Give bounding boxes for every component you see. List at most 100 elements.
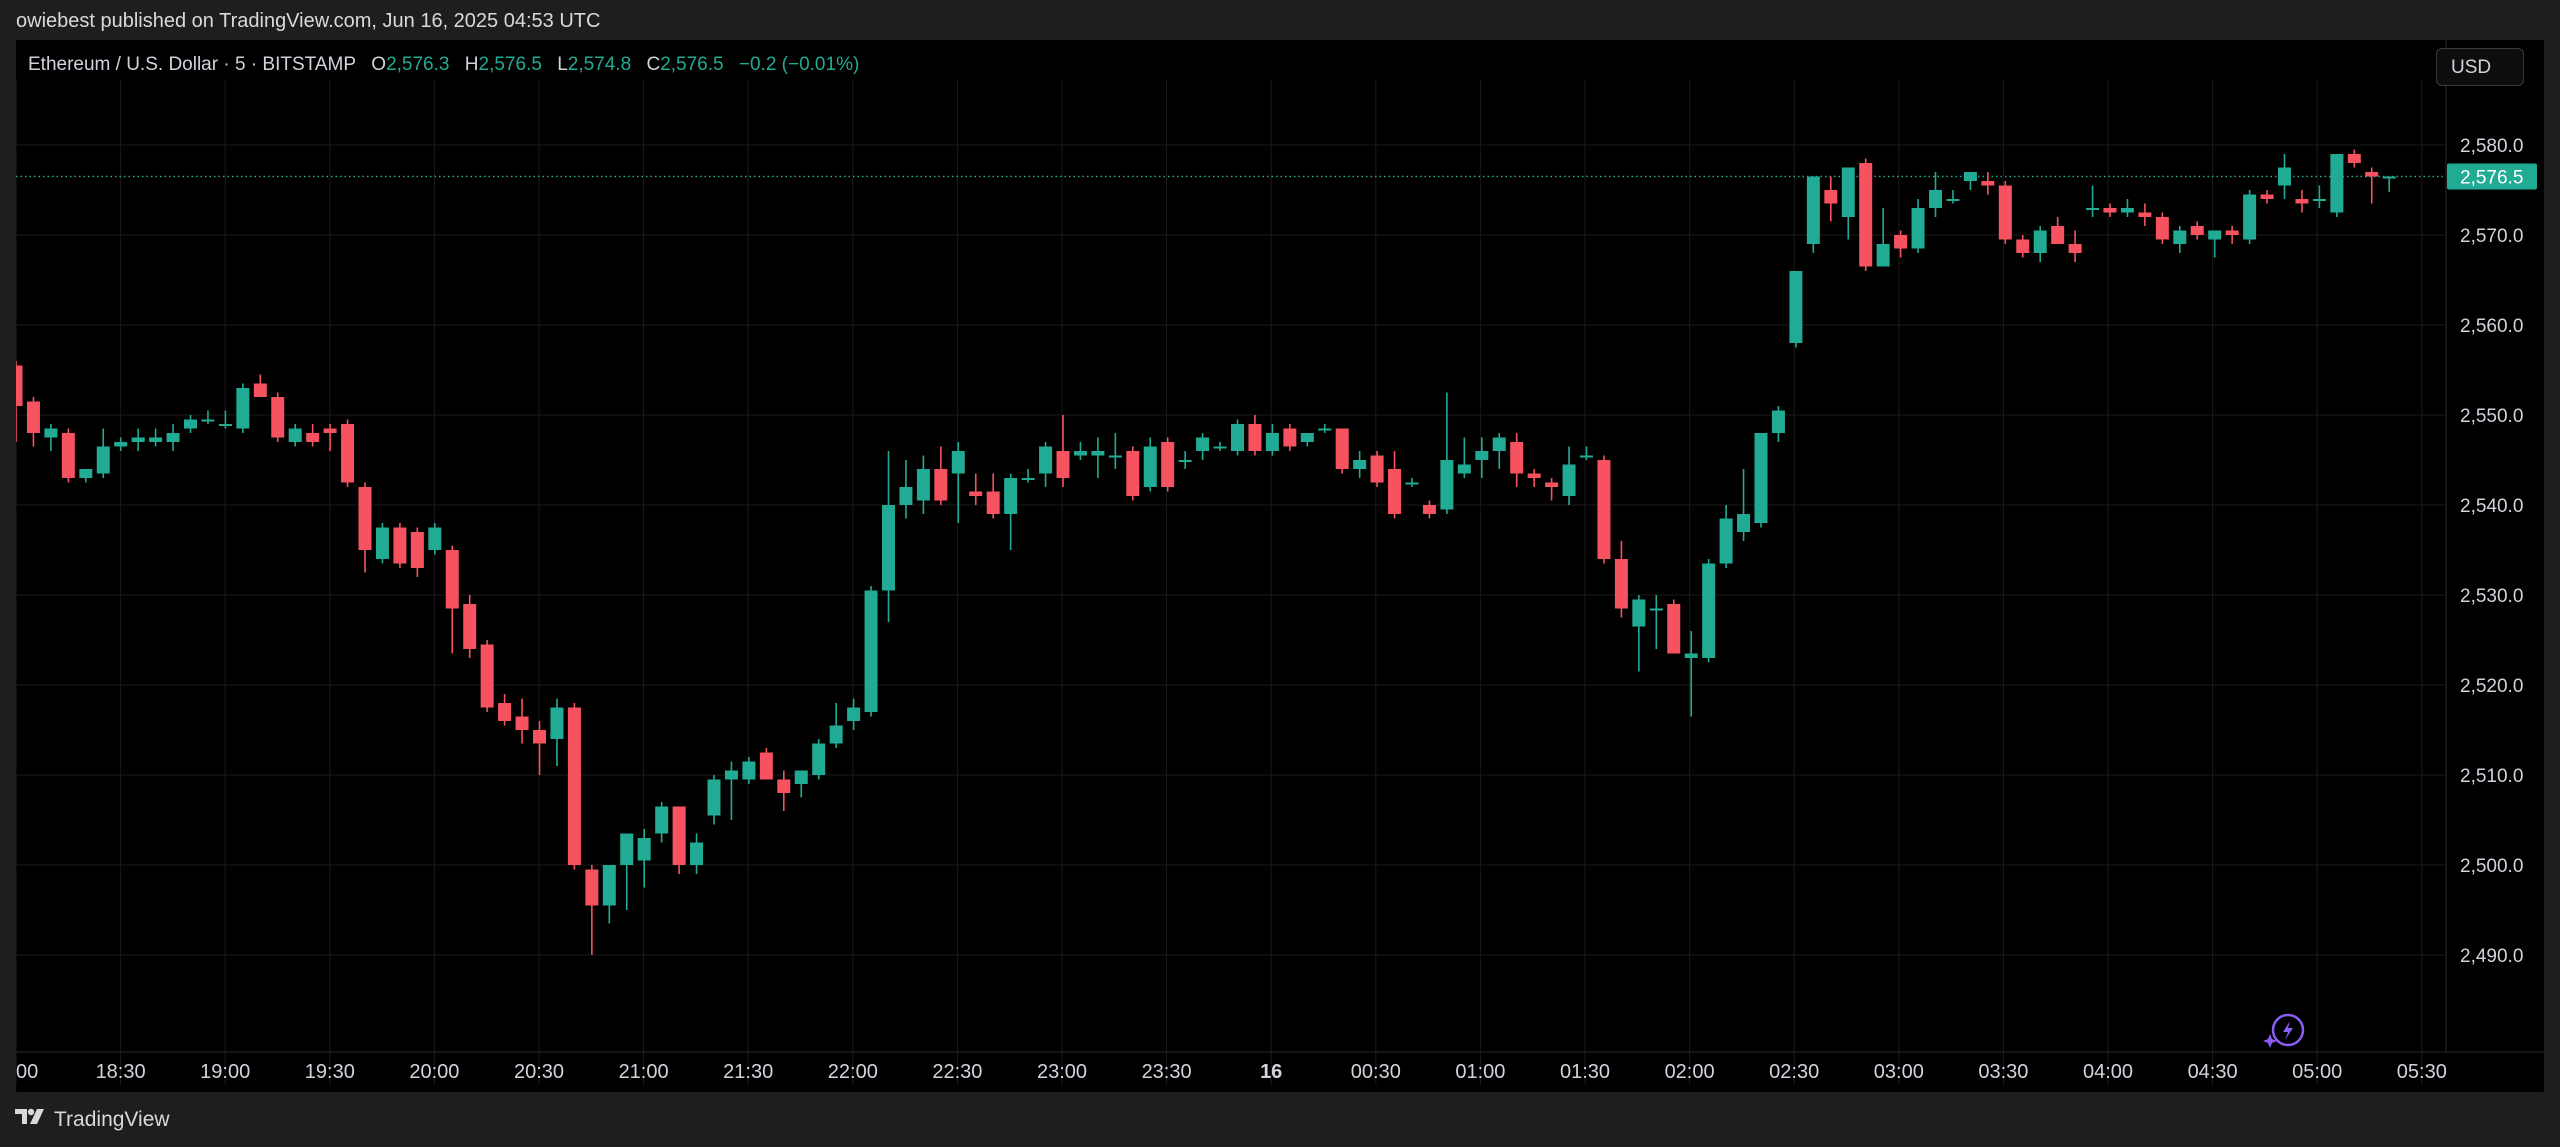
- candle-body: [1318, 428, 1332, 431]
- candle-body: [218, 424, 232, 426]
- candle-body: [1946, 199, 1960, 201]
- candle-body: [1510, 442, 1524, 474]
- candle-body: [2295, 199, 2309, 204]
- currency-button[interactable]: USD: [2436, 48, 2524, 86]
- candle-body: [1300, 433, 1314, 442]
- candle-body: [2103, 208, 2117, 213]
- y-tick-label: 2,490.0: [2460, 946, 2523, 967]
- chart-area[interactable]: 2,490.0 2,500.0 2,510.0 2,520.0 2,530.0 2,540…: [16, 40, 2544, 1092]
- candle-body: [1911, 208, 1925, 249]
- candle-body: [1388, 469, 1402, 514]
- x-tick-label: 20:00: [409, 1061, 459, 1083]
- candle-body: [1737, 514, 1751, 532]
- tradingview-brand-label: TradingView: [54, 1108, 170, 1131]
- y-tick-label: 2,560.0: [2460, 316, 2523, 337]
- candle-body: [271, 397, 285, 438]
- candle-body: [253, 383, 267, 397]
- candle-body: [1091, 451, 1105, 456]
- candle-body: [166, 433, 180, 442]
- change-value: −0.2 (−0.01%): [738, 54, 860, 75]
- candle-body: [16, 365, 23, 406]
- high-label: H: [464, 54, 479, 75]
- candle-body: [1108, 455, 1122, 458]
- x-tick-label: 05:00: [2292, 1061, 2342, 1083]
- x-tick-label: 00: [16, 1061, 38, 1083]
- candle-body: [61, 433, 75, 478]
- candle-body: [533, 730, 546, 744]
- published-header: owiebest published on TradingView.com, J…: [16, 10, 601, 32]
- x-tick-label: 02:30: [1769, 1061, 1819, 1083]
- candle-body: [916, 469, 930, 501]
- candle-body: [1841, 167, 1855, 217]
- x-tick-label: 02:00: [1665, 1061, 1715, 1083]
- candle-body: [602, 865, 616, 906]
- candle-body: [620, 833, 634, 865]
- symbol-label[interactable]: Ethereum / U.S. Dollar · 5 · BITSTAMP: [28, 54, 356, 75]
- candle-body: [1614, 559, 1628, 609]
- candle-body: [1405, 482, 1419, 485]
- candle-body: [375, 527, 389, 559]
- candle-body: [1021, 478, 1035, 480]
- candle-body: [79, 469, 93, 478]
- x-tick-label: 20:30: [514, 1061, 564, 1083]
- x-tick-label: 05:30: [2397, 1061, 2447, 1083]
- candle-body: [742, 761, 756, 780]
- candle-body: [986, 491, 1000, 514]
- candle-body: [2330, 154, 2344, 213]
- candle-body: [969, 491, 983, 496]
- x-tick-label: 19:30: [305, 1061, 355, 1083]
- candle-body: [26, 401, 40, 433]
- candle-body: [2312, 199, 2326, 201]
- candle-body: [1649, 608, 1663, 611]
- candle-body: [515, 716, 529, 730]
- candle-body: [2347, 154, 2361, 163]
- candle-body: [1632, 599, 1646, 627]
- tradingview-brand[interactable]: TradingView: [14, 1107, 170, 1133]
- x-tick-label: 21:00: [619, 1061, 669, 1083]
- candle-body: [1894, 235, 1908, 249]
- x-tick-label: 16: [1260, 1061, 1282, 1083]
- x-tick-label: 00:30: [1351, 1061, 1401, 1083]
- candle-body: [2033, 230, 2047, 253]
- close-label: C: [646, 54, 661, 75]
- candle-body: [1143, 446, 1157, 487]
- candle-body: [1056, 451, 1070, 478]
- candle-body: [829, 725, 843, 744]
- candle-body: [1265, 433, 1279, 451]
- candle-body: [724, 770, 738, 780]
- candle-body: [2016, 239, 2030, 253]
- candle-body: [306, 433, 320, 442]
- x-tick-label: 23:00: [1037, 1061, 1087, 1083]
- x-tick-label: 22:00: [828, 1061, 878, 1083]
- sparkle-lightning-icon: [2263, 1013, 2305, 1048]
- low-label: L: [557, 54, 568, 75]
- open-label: O: [371, 54, 387, 75]
- candlestick-chart[interactable]: 2,490.0 2,500.0 2,510.0 2,520.0 2,530.0 2,540…: [16, 40, 2544, 1092]
- candle-body: [1562, 464, 1576, 496]
- candle-body: [655, 806, 669, 834]
- candle-body: [498, 703, 512, 721]
- candle-body: [1667, 604, 1681, 654]
- tradingview-logo-icon: [14, 1107, 48, 1133]
- candle-body: [428, 527, 442, 550]
- x-tick-label: 01:00: [1455, 1061, 1505, 1083]
- x-tick-label: 22:30: [932, 1061, 982, 1083]
- candle-body: [288, 428, 302, 442]
- candle-body: [951, 451, 965, 474]
- candle-body: [2382, 176, 2396, 179]
- candle-body: [1004, 478, 1018, 514]
- candle-body: [393, 527, 407, 564]
- y-tick-label: 2,510.0: [2460, 766, 2523, 787]
- candle-body: [2155, 217, 2169, 240]
- candle-body: [1475, 451, 1489, 460]
- candle-body: [1161, 442, 1175, 487]
- candle-body: [131, 437, 145, 442]
- candle-body: [1789, 271, 1803, 343]
- candle-body: [567, 707, 581, 865]
- x-tick-label: 03:00: [1874, 1061, 1924, 1083]
- y-tick-label: 2,550.0: [2460, 406, 2523, 427]
- candle-body: [1283, 428, 1297, 447]
- candle-body: [934, 469, 948, 501]
- low-value: 2,574.8: [567, 54, 632, 75]
- candle-body: [1929, 190, 1942, 208]
